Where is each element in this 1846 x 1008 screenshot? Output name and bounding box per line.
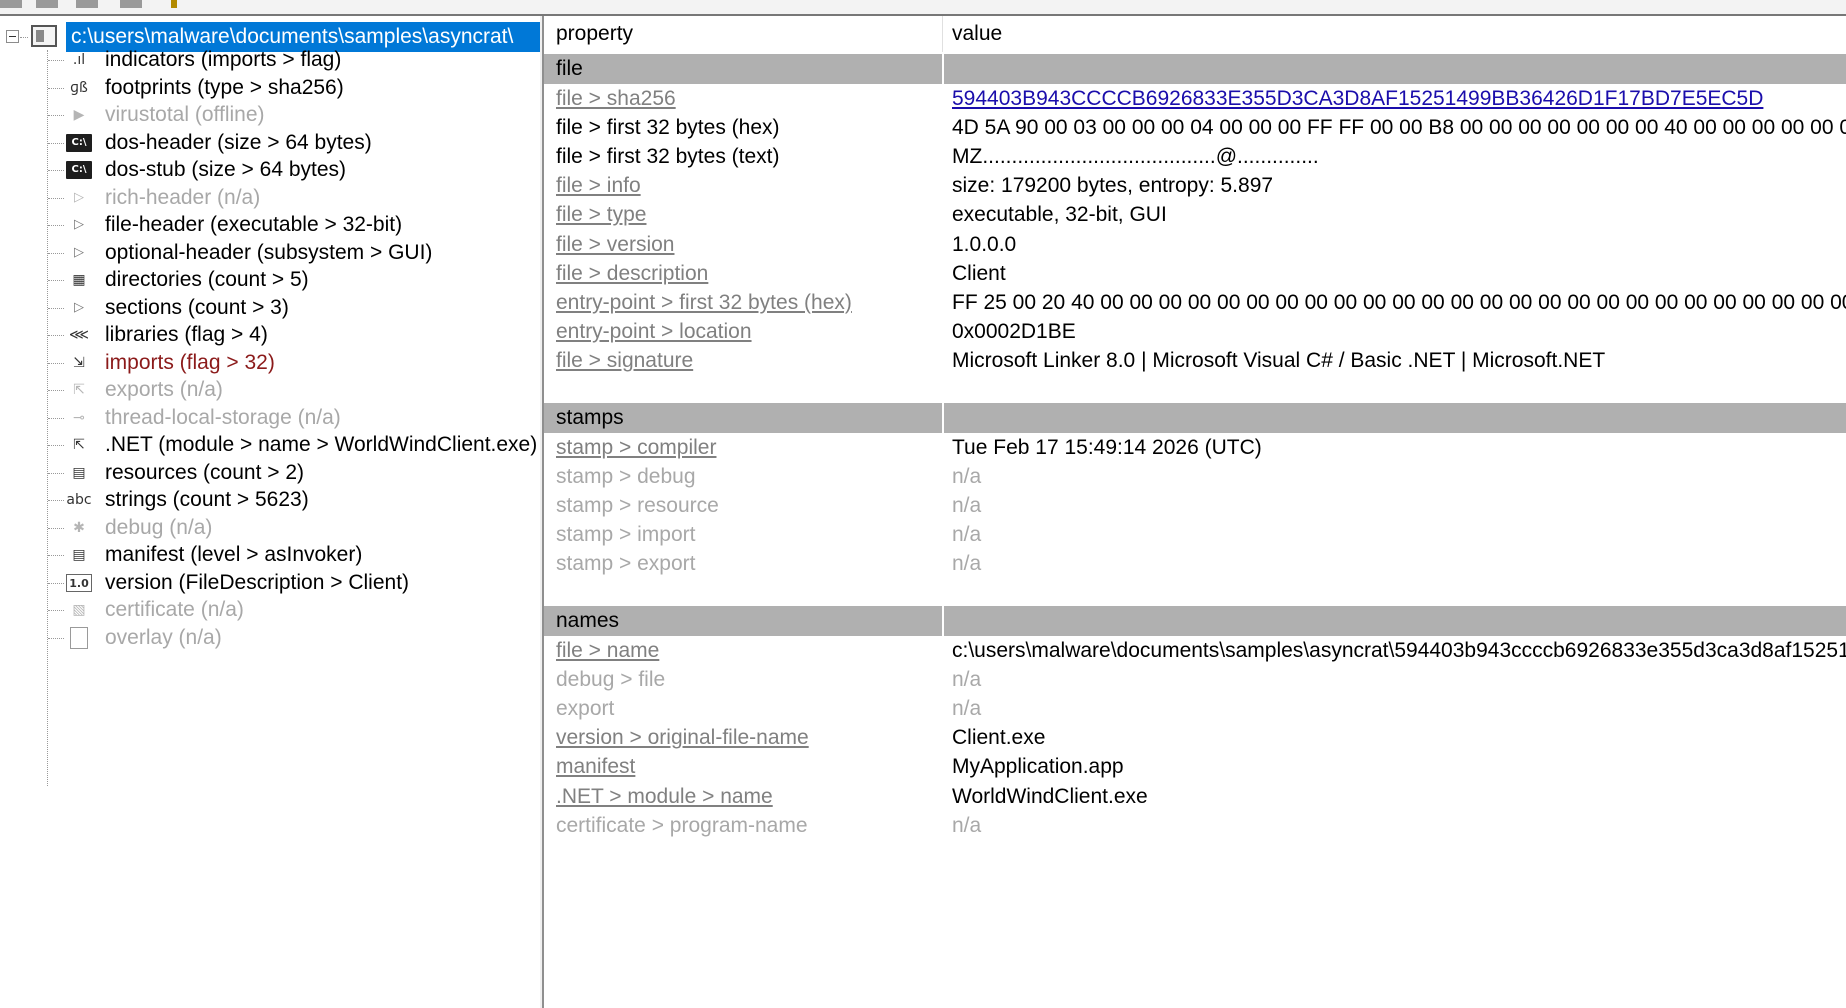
grid-row[interactable]: certificate > program-name n/a bbox=[544, 809, 1846, 843]
section-separator bbox=[942, 403, 944, 433]
tree-connector bbox=[48, 280, 64, 281]
key-icon: ⊸ bbox=[73, 409, 85, 426]
property-cell: stamp > export bbox=[556, 552, 696, 576]
tree-connector bbox=[48, 472, 64, 474]
toolbar-save-icon[interactable] bbox=[36, 0, 58, 8]
toolbar-list-icon[interactable] bbox=[120, 0, 142, 8]
version-icon: 1.0 bbox=[66, 573, 92, 592]
tree-connector bbox=[48, 637, 64, 639]
tree-connector bbox=[48, 335, 64, 336]
value-cell: n/a bbox=[952, 813, 982, 837]
tree-connector bbox=[48, 115, 64, 116]
tree-connector bbox=[48, 527, 64, 529]
tree-connector bbox=[48, 252, 64, 254]
console-icon: C:\ bbox=[66, 161, 92, 179]
toolbar-open-icon[interactable] bbox=[0, 0, 22, 8]
exports-icon: ⇱ bbox=[73, 382, 85, 398]
overlay-icon bbox=[70, 626, 88, 649]
section-title: stamps bbox=[556, 406, 624, 429]
tree-collapse-toggle[interactable] bbox=[6, 30, 19, 43]
column-header-value[interactable]: value bbox=[952, 16, 1002, 52]
section-separator bbox=[942, 54, 944, 84]
dotnet-icon: ⇱ bbox=[73, 437, 85, 453]
property-grid: property value file file > sha256 594403B9… bbox=[544, 16, 1846, 1008]
section-header: file bbox=[544, 54, 1846, 84]
tree-connector bbox=[48, 225, 64, 226]
grid-row[interactable]: file > signature Microsoft Linker 8.0 | M… bbox=[544, 344, 1846, 378]
section-title: file bbox=[556, 57, 583, 80]
value-cell: n/a bbox=[952, 552, 982, 576]
bar-chart-icon: .ıl bbox=[72, 52, 86, 68]
tree-connector bbox=[48, 417, 64, 419]
section-header: names bbox=[544, 606, 1846, 636]
tree-connector bbox=[48, 390, 64, 391]
resources-icon: ▤ bbox=[72, 464, 86, 481]
chevron-right-icon: ▷ bbox=[74, 217, 84, 232]
grid-row[interactable]: stamp > export n/a bbox=[544, 547, 1846, 581]
chevron-right-icon: ▷ bbox=[74, 189, 84, 205]
certificate-icon: ▧ bbox=[72, 602, 86, 618]
tree-connector bbox=[48, 555, 64, 556]
chevron-right-icon: ▷ bbox=[74, 299, 84, 315]
tree-connector bbox=[48, 307, 64, 309]
tree-connector bbox=[48, 445, 64, 446]
tree-connector bbox=[48, 500, 64, 501]
tree-connector bbox=[48, 87, 64, 89]
column-separator[interactable] bbox=[942, 16, 943, 52]
bug-icon: ✱ bbox=[73, 519, 85, 536]
libraries-icon: ⋘ bbox=[69, 327, 89, 343]
tree-connector bbox=[48, 142, 64, 144]
tree-connector bbox=[48, 582, 64, 584]
value-cell: Microsoft Linker 8.0 | Microsoft Visual … bbox=[952, 348, 1606, 372]
toolbar-tools-icon[interactable] bbox=[76, 0, 98, 8]
section-header: stamps bbox=[544, 403, 1846, 433]
section-title: names bbox=[556, 609, 620, 632]
tree-connector bbox=[48, 60, 64, 61]
column-header-property[interactable]: property bbox=[556, 16, 956, 52]
tree-connector bbox=[48, 610, 64, 611]
tree-item-label: overlay (n/a) bbox=[105, 625, 222, 649]
toolbar bbox=[0, 0, 1846, 16]
tree-connector bbox=[20, 37, 28, 38]
chevron-right-icon: ▷ bbox=[74, 244, 84, 260]
virustotal-icon: ▶ bbox=[73, 107, 85, 123]
tree-connector bbox=[48, 197, 64, 199]
property-cell: certificate > program-name bbox=[556, 813, 808, 837]
property-cell[interactable]: file > signature bbox=[556, 344, 956, 378]
manifest-icon: ▤ bbox=[72, 547, 86, 563]
tree-connector bbox=[48, 170, 64, 171]
console-icon: C:\ bbox=[66, 133, 92, 152]
strings-icon: abc bbox=[66, 492, 92, 508]
section-separator bbox=[942, 606, 944, 636]
directories-icon: ▦ bbox=[72, 272, 86, 288]
tree-panel: c:\users\malware\documents\samples\async… bbox=[0, 16, 540, 1008]
toolbar-info-icon[interactable] bbox=[171, 0, 177, 8]
tree-item[interactable]: overlay (n/a) bbox=[48, 622, 540, 654]
footprint-icon: ɡß bbox=[70, 79, 88, 96]
tree-connector bbox=[48, 362, 64, 364]
imports-icon: ⇲ bbox=[73, 354, 85, 371]
grid-header: property value bbox=[544, 16, 1846, 52]
